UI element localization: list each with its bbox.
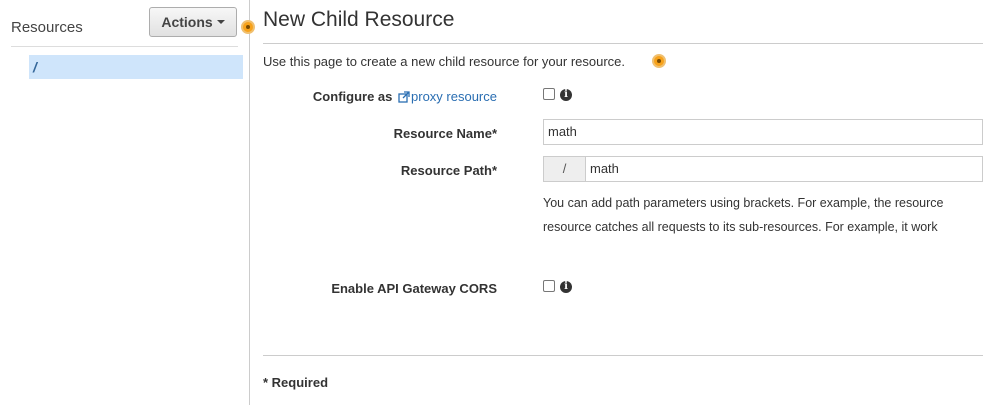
info-icon[interactable]: i [560,89,572,101]
configure-as-text: Configure as [312,89,393,104]
resource-tree-item-root[interactable]: / [29,55,243,79]
resource-name-input[interactable]: math [543,119,983,145]
app-root: Resources Actions / New Child Resource U… [0,0,983,405]
resource-path-label: Resource Path* [400,163,497,178]
resource-name-label: Resource Name* [393,126,497,141]
intro-text-content: Use this page to create a new child reso… [263,54,626,69]
external-link-icon [398,91,410,103]
proxy-resource-checkbox[interactable] [543,88,555,100]
highlight-dot-icon [652,54,666,68]
actions-button[interactable]: Actions [149,7,237,37]
highlight-dot-icon [241,20,255,34]
path-help-line-2: resource catches all requests to its sub… [543,220,938,234]
proxy-resource-link[interactable]: proxy resource [411,89,497,104]
path-help-line-1: You can add path parameters using bracke… [543,196,944,210]
page-title: New Child Resource [263,8,455,31]
intro-text: Use this page to create a new child reso… [263,54,625,69]
actions-button-label: Actions [161,14,213,30]
info-icon[interactable]: i [560,281,572,293]
caret-down-icon [216,20,225,24]
resource-path-input[interactable]: math [585,156,983,182]
cors-checkbox[interactable] [543,280,555,292]
form-footer-divider [263,355,983,356]
title-divider [263,43,983,44]
resource-path-prefix: / [543,156,585,182]
configure-as-label: Configure as proxy resource [280,89,497,104]
required-note: * Required [263,375,329,390]
resources-sidebar: Resources Actions / [0,0,250,405]
sidebar-title: Resources [11,19,83,36]
cors-label: Enable API Gateway CORS [331,281,497,296]
sidebar-divider [11,46,238,47]
